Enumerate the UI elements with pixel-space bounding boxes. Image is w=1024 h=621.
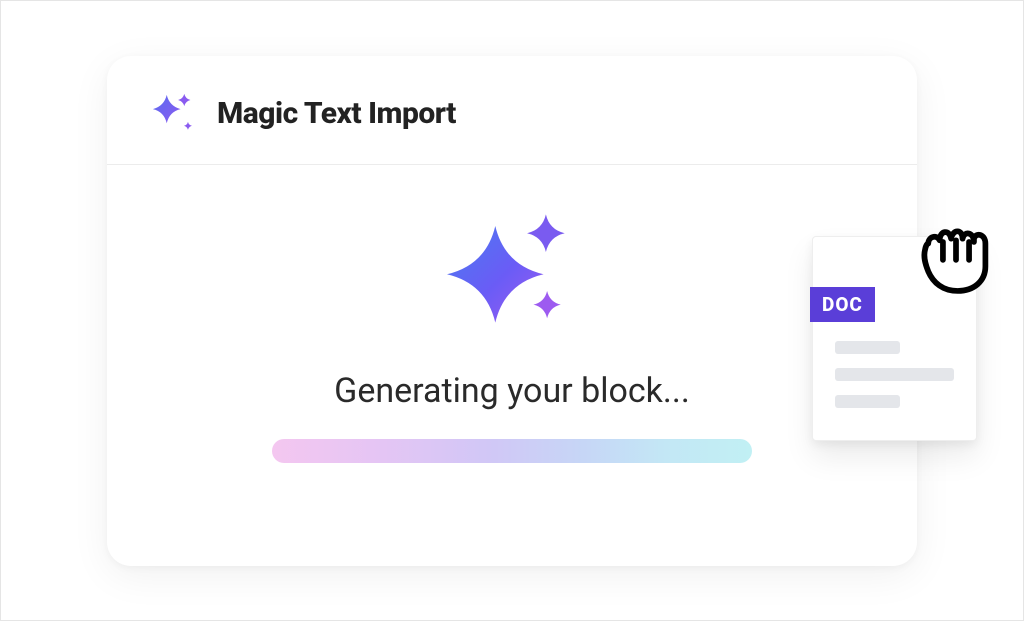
sparkle-icon-large [447,213,577,343]
progress-bar [272,439,752,463]
modal-title: Magic Text Import [217,96,456,131]
modal-body: Generating your block... [107,165,917,463]
doc-placeholder-lines [813,341,976,408]
document-preview[interactable]: DOC [812,236,977,441]
import-modal: Magic Text Import Generating your block.… [107,56,917,566]
status-text: Generating your block... [334,371,690,411]
doc-badge: DOC [810,287,875,322]
modal-header: Magic Text Import [107,56,917,165]
sparkle-icon [151,92,195,136]
grab-cursor-icon [907,206,1005,304]
